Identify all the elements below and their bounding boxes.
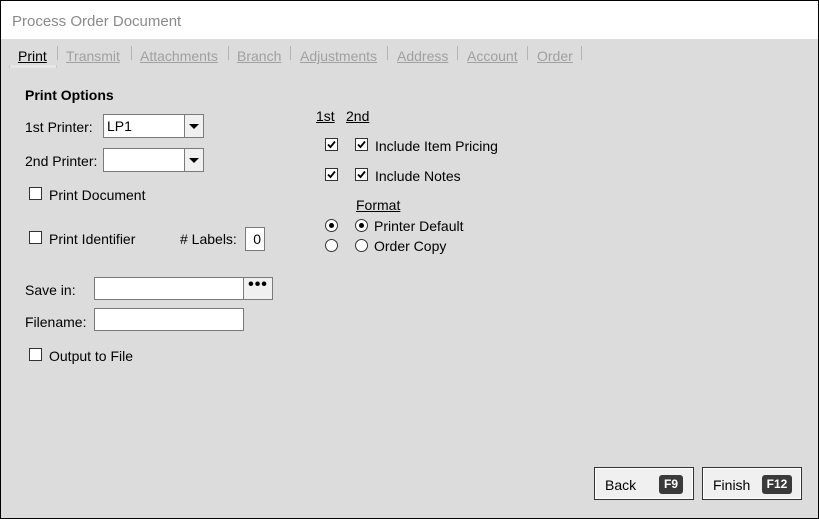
include-notes-1st-checkbox[interactable]: [325, 168, 338, 181]
include-item-pricing-2nd-checkbox[interactable]: [355, 138, 368, 151]
tab-bar: Print Transmit Attachments Branch Adjust…: [1, 39, 818, 65]
first-printer-dropdown-button[interactable]: [184, 114, 204, 138]
tab-separator: [228, 46, 229, 60]
order-copy-2nd-radio[interactable]: [355, 239, 368, 252]
print-options-title: Print Options: [25, 87, 114, 103]
order-copy-label: Order Copy: [374, 238, 447, 254]
process-order-document-window: Process Order Document Print Transmit At…: [0, 0, 819, 519]
tab-separator: [131, 46, 132, 60]
output-to-file-label: Output to File: [49, 348, 134, 364]
title-bar: Process Order Document: [1, 1, 818, 39]
finish-button-label: Finish: [713, 477, 751, 493]
print-identifier-checkbox[interactable]: [29, 231, 42, 244]
printer-default-label: Printer Default: [374, 218, 464, 234]
include-notes-label: Include Notes: [375, 168, 461, 184]
tab-print[interactable]: Print: [18, 48, 47, 64]
tab-separator: [527, 46, 528, 60]
chevron-down-icon: [189, 157, 199, 163]
print-identifier-label: Print Identifier: [49, 231, 136, 247]
tab-separator: [290, 46, 291, 60]
format-title: Format: [356, 197, 401, 213]
f12-key-badge: F12: [762, 475, 792, 494]
include-notes-2nd-checkbox[interactable]: [355, 168, 368, 181]
tab-separator: [457, 46, 458, 60]
printer-default-2nd-radio[interactable]: [355, 219, 368, 232]
tab-order[interactable]: Order: [537, 48, 573, 64]
tab-account[interactable]: Account: [467, 48, 518, 64]
tab-separator: [57, 46, 58, 60]
filename-label: Filename:: [25, 314, 87, 330]
back-button[interactable]: Back F9: [594, 467, 694, 500]
browse-folder-button[interactable]: •••: [243, 277, 273, 300]
second-printer-column-header: 2nd: [346, 108, 370, 124]
window-title: Process Order Document: [12, 13, 182, 30]
second-printer-dropdown-button[interactable]: [184, 148, 204, 172]
chevron-down-icon: [189, 123, 199, 129]
tab-adjustments[interactable]: Adjustments: [300, 48, 377, 64]
tab-branch[interactable]: Branch: [237, 48, 281, 64]
tab-separator: [581, 46, 582, 60]
f9-key-badge: F9: [659, 475, 683, 494]
tab-transmit[interactable]: Transmit: [66, 48, 120, 64]
include-item-pricing-label: Include Item Pricing: [375, 138, 498, 154]
output-to-file-checkbox[interactable]: [29, 348, 42, 361]
save-in-label: Save in:: [25, 282, 76, 298]
second-printer-label: 2nd Printer:: [25, 153, 98, 169]
second-printer-select[interactable]: [103, 148, 185, 172]
tab-separator: [387, 46, 388, 60]
order-copy-1st-radio[interactable]: [325, 239, 338, 252]
save-in-input[interactable]: [94, 277, 244, 300]
tab-attachments[interactable]: Attachments: [140, 48, 218, 64]
first-printer-column-header: 1st: [316, 108, 335, 124]
first-printer-label: 1st Printer:: [25, 119, 93, 135]
printer-default-1st-radio[interactable]: [325, 219, 338, 232]
labels-count-input[interactable]: 0: [245, 227, 265, 251]
first-printer-select[interactable]: LP1: [103, 114, 185, 138]
labels-count-label: # Labels:: [180, 231, 237, 247]
filename-input[interactable]: [94, 308, 244, 331]
tab-address[interactable]: Address: [397, 48, 448, 64]
print-document-label: Print Document: [49, 187, 146, 203]
finish-button[interactable]: Finish F12: [702, 467, 802, 500]
back-button-label: Back: [605, 477, 637, 493]
include-item-pricing-1st-checkbox[interactable]: [325, 138, 338, 151]
print-document-checkbox[interactable]: [29, 187, 42, 200]
